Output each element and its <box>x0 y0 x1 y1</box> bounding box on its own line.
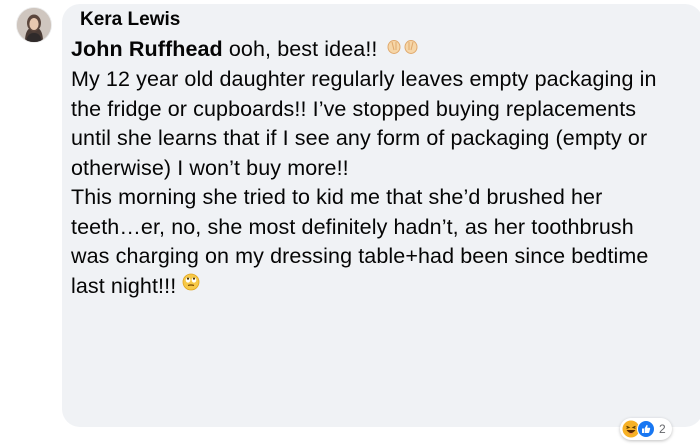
first-line-text: ooh, best idea!! <box>222 37 378 61</box>
avatar[interactable] <box>17 8 51 42</box>
clapping-hands-icon <box>384 34 422 64</box>
comment-paragraph-2: This morning she tried to kid me that sh… <box>71 183 671 302</box>
comment-text: John Ruffhead ooh, best idea!! My 12 yea… <box>71 35 671 302</box>
reaction-count: 2 <box>659 422 666 436</box>
mention-link[interactable]: John Ruffhead <box>71 37 223 61</box>
comment-author-name[interactable]: Kera Lewis <box>80 9 180 31</box>
rolling-eyes-icon <box>182 270 200 300</box>
comment-first-line: John Ruffhead ooh, best idea!! <box>71 35 671 65</box>
avatar-photo <box>17 8 51 42</box>
like-icon <box>637 420 655 438</box>
paragraph-2-text: This morning she tried to kid me that sh… <box>71 185 649 298</box>
comment-paragraph-1: My 12 year old daughter regularly leaves… <box>71 67 657 180</box>
reactions-summary[interactable]: 2 <box>620 418 672 440</box>
